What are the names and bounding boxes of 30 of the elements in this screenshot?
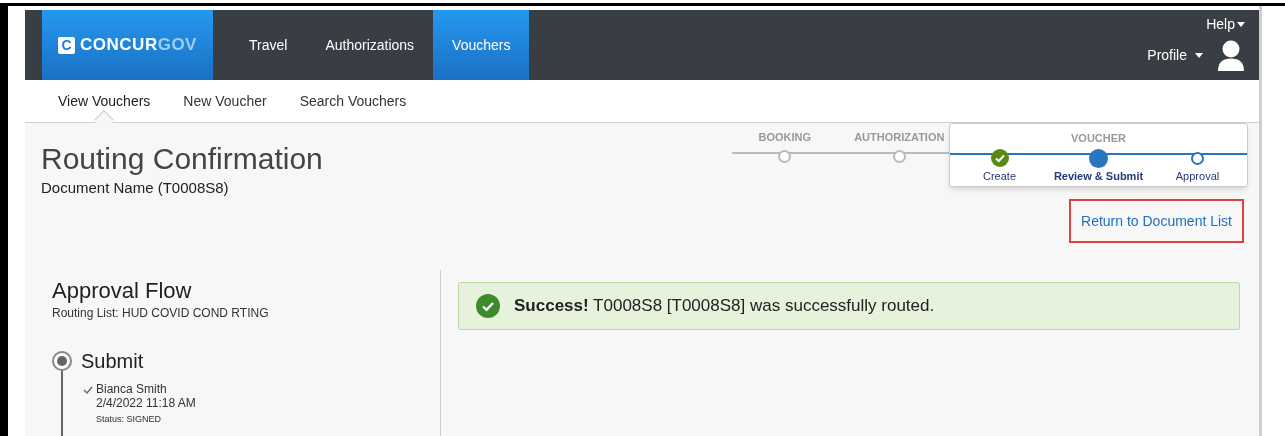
help-menu[interactable]: Help (1206, 14, 1245, 35)
step-label: Create (983, 168, 1016, 184)
caret-icon (1237, 22, 1245, 27)
nav-tab[interactable]: Travel (230, 10, 307, 80)
return-link[interactable]: Return to Document List (1081, 213, 1232, 229)
stage-label: VOUCHER (1071, 131, 1126, 146)
check-circle-icon (476, 294, 500, 318)
success-message: Success! T0008S8 [T0008S8] was successfully routed. (514, 295, 935, 318)
stage-label: AUTHORIZATION (854, 130, 945, 145)
nav-tab[interactable]: Authorizations (306, 10, 434, 80)
subnav-tab[interactable]: Search Vouchers (299, 91, 407, 112)
profile-menu[interactable]: Profile (1147, 44, 1203, 66)
step-title: Submit (81, 349, 144, 374)
step-label: Review & Submit (1053, 168, 1144, 184)
stage-label: BOOKING (758, 130, 812, 145)
routing-list: Routing List: HUD COVID COND RTING (52, 304, 440, 322)
nav-tab[interactable]: Vouchers (433, 10, 530, 80)
approver-name: Bianca Smith (96, 382, 168, 396)
page-title: Routing Confirmation (41, 141, 323, 177)
subnav-tab[interactable]: New Voucher (183, 91, 267, 112)
approval-date: 2/4/2022 11:18 AM (96, 396, 196, 410)
user-avatar-icon[interactable] (1217, 39, 1245, 71)
approval-status: Status: SIGNED (96, 413, 163, 426)
section-title: Approval Flow (52, 278, 193, 304)
document-name: Document Name (T0008S8) (41, 178, 230, 198)
caret-icon (1195, 52, 1203, 58)
step-label: Approval (1175, 168, 1220, 184)
subnav-tab[interactable]: View Vouchers (58, 91, 151, 112)
check-icon (83, 385, 93, 395)
logo[interactable]: C CONCURGOV (42, 10, 213, 80)
